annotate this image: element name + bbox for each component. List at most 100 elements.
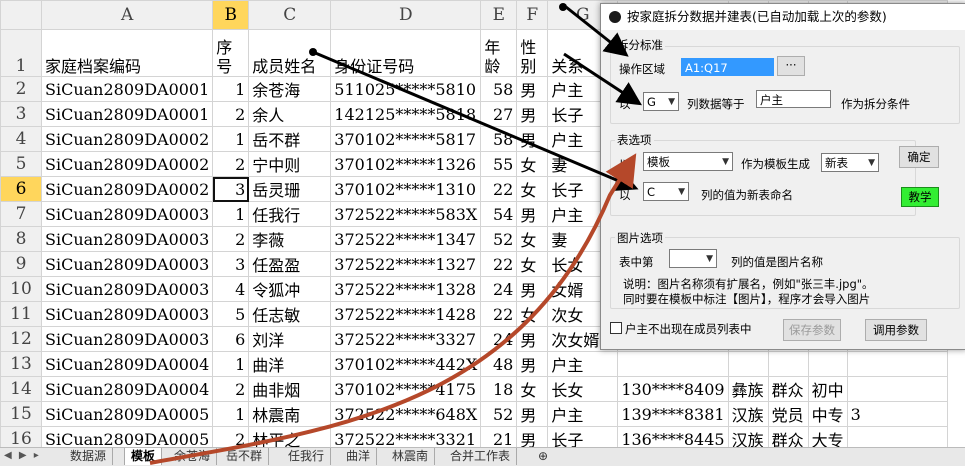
- cell-name[interactable]: 岳灵珊: [248, 176, 332, 202]
- cell-family-code[interactable]: SiCuan2809DA0005: [40, 426, 214, 447]
- cell-name[interactable]: 李薇: [248, 226, 332, 252]
- sheet-nav-arrows[interactable]: ◀ ▶ ▸: [4, 450, 41, 461]
- cell-education[interactable]: 中专: [807, 401, 848, 427]
- cell-id-number[interactable]: 370102*****4175: [330, 376, 482, 402]
- row-header[interactable]: 6: [0, 176, 42, 202]
- row-header[interactable]: 7: [0, 201, 42, 227]
- cell-seq[interactable]: 2: [212, 426, 250, 447]
- cell-politics[interactable]: 群众: [767, 376, 809, 402]
- cell-relation[interactable]: 长子: [547, 426, 619, 447]
- cell-gender[interactable]: 女: [516, 251, 549, 277]
- cell-id-number[interactable]: 370102*****442X: [330, 351, 482, 377]
- cell-gender[interactable]: 男: [516, 201, 549, 227]
- cell-id-number[interactable]: 372522*****3327: [330, 326, 482, 352]
- cell-gender[interactable]: 女: [516, 151, 549, 177]
- cell-seq[interactable]: 1: [212, 351, 250, 377]
- cell-id-number[interactable]: 511025*****5810: [330, 76, 482, 102]
- new-sheet-icon[interactable]: ⊕: [532, 448, 554, 465]
- row-header[interactable]: 3: [0, 101, 42, 127]
- cell-nation[interactable]: [727, 351, 769, 377]
- new-sheet-select[interactable]: 新表 ▼: [821, 153, 879, 172]
- cell-gender[interactable]: 男: [516, 326, 549, 352]
- header-cell-d[interactable]: 身份证号码: [330, 29, 482, 77]
- sheet-tab-yu-canghai[interactable]: 余苍海: [168, 448, 218, 465]
- cell-gender[interactable]: 男: [516, 101, 549, 127]
- cell-politics[interactable]: [767, 351, 809, 377]
- cell-age[interactable]: 22: [480, 251, 518, 277]
- cell-seq[interactable]: 2: [212, 226, 250, 252]
- cell-name[interactable]: 任我行: [248, 201, 332, 227]
- cell-name[interactable]: 余人: [248, 101, 332, 127]
- cell-gender[interactable]: 男: [516, 76, 549, 102]
- cell-family-code[interactable]: SiCuan2809DA0004: [40, 351, 214, 377]
- column-header-d[interactable]: D: [330, 0, 482, 30]
- cell-family-code[interactable]: SiCuan2809DA0003: [40, 301, 214, 327]
- cell-age[interactable]: 27: [480, 101, 518, 127]
- cell-h[interactable]: [846, 351, 948, 377]
- column-header-b[interactable]: B: [212, 0, 250, 30]
- load-params-button[interactable]: 调用参数: [865, 319, 927, 341]
- cell-name[interactable]: 林平之: [248, 426, 332, 447]
- cell-gender[interactable]: 女: [516, 301, 549, 327]
- row-header[interactable]: 13: [0, 351, 42, 377]
- cell-gender[interactable]: 女: [516, 176, 549, 202]
- cell-phone[interactable]: 130****8409: [617, 376, 729, 402]
- cell-age[interactable]: 52: [480, 226, 518, 252]
- cell-education[interactable]: 初中: [807, 376, 848, 402]
- cell-phone[interactable]: [617, 351, 729, 377]
- sheet-tab-ren-woxing[interactable]: 任我行: [282, 448, 332, 465]
- cell-id-number[interactable]: 372522*****648X: [330, 401, 482, 427]
- cell-seq[interactable]: 2: [212, 376, 250, 402]
- row-header[interactable]: 16: [0, 426, 42, 447]
- cell-seq[interactable]: 1: [212, 401, 250, 427]
- cell-id-number[interactable]: 370102*****1310: [330, 176, 482, 202]
- cell-nation[interactable]: 彝族: [727, 376, 769, 402]
- cell-name[interactable]: 任志敏: [248, 301, 332, 327]
- cell-age[interactable]: 58: [480, 76, 518, 102]
- cell-id-number[interactable]: 372522*****1328: [330, 276, 482, 302]
- cell-name[interactable]: 刘洋: [248, 326, 332, 352]
- cell-name[interactable]: 曲洋: [248, 351, 332, 377]
- cell-phone[interactable]: 136****8445: [617, 426, 729, 447]
- column-header-f[interactable]: F: [516, 0, 549, 30]
- cell-age[interactable]: 24: [480, 326, 518, 352]
- header-cell-a[interactable]: 家庭档案编码: [40, 29, 214, 77]
- match-value-input[interactable]: 户主: [756, 90, 831, 108]
- cell-id-number[interactable]: 142125*****5818: [330, 101, 482, 127]
- cell-seq[interactable]: 4: [212, 276, 250, 302]
- cell-gender[interactable]: 女: [516, 376, 549, 402]
- cell-name[interactable]: 令狐冲: [248, 276, 332, 302]
- cell-nation[interactable]: 汉族: [727, 401, 769, 427]
- cell-name[interactable]: 曲非烟: [248, 376, 332, 402]
- cell-age[interactable]: 55: [480, 151, 518, 177]
- cell-family-code[interactable]: SiCuan2809DA0003: [40, 201, 214, 227]
- cell-education[interactable]: 大专: [807, 426, 848, 447]
- ok-button[interactable]: 确定: [899, 146, 939, 168]
- cell-gender[interactable]: 女: [516, 226, 549, 252]
- template-select[interactable]: 模板 ▼: [643, 152, 733, 171]
- picture-column-select[interactable]: ▼: [669, 249, 717, 268]
- cell-id-number[interactable]: 372522*****1347: [330, 226, 482, 252]
- head-exclude-checkbox[interactable]: [610, 322, 622, 334]
- cell-gender[interactable]: 男: [516, 276, 549, 302]
- cell-family-code[interactable]: SiCuan2809DA0005: [40, 401, 214, 427]
- name-column-select[interactable]: C ▼: [643, 182, 689, 201]
- cell-family-code[interactable]: SiCuan2809DA0003: [40, 276, 214, 302]
- row-header[interactable]: 14: [0, 376, 42, 402]
- cell-seq[interactable]: 6: [212, 326, 250, 352]
- row-header[interactable]: 10: [0, 276, 42, 302]
- cell-age[interactable]: 22: [480, 301, 518, 327]
- sheet-tab-qu-yang[interactable]: 曲洋: [340, 448, 378, 465]
- cell-h[interactable]: 3: [846, 401, 948, 427]
- row-header[interactable]: 11: [0, 301, 42, 327]
- cell-seq[interactable]: 5: [212, 301, 250, 327]
- cell-age[interactable]: 21: [480, 426, 518, 447]
- cell-id-number[interactable]: 372522*****1428: [330, 301, 482, 327]
- cell-h[interactable]: [846, 426, 948, 447]
- cell-seq[interactable]: 1: [212, 126, 250, 152]
- sheet-tab-merged[interactable]: 合并工作表: [444, 448, 518, 465]
- teach-button[interactable]: 教学: [901, 187, 939, 207]
- row-header[interactable]: 2: [0, 76, 42, 102]
- cell-family-code[interactable]: SiCuan2809DA0001: [40, 76, 214, 102]
- cell-seq[interactable]: 1: [212, 76, 250, 102]
